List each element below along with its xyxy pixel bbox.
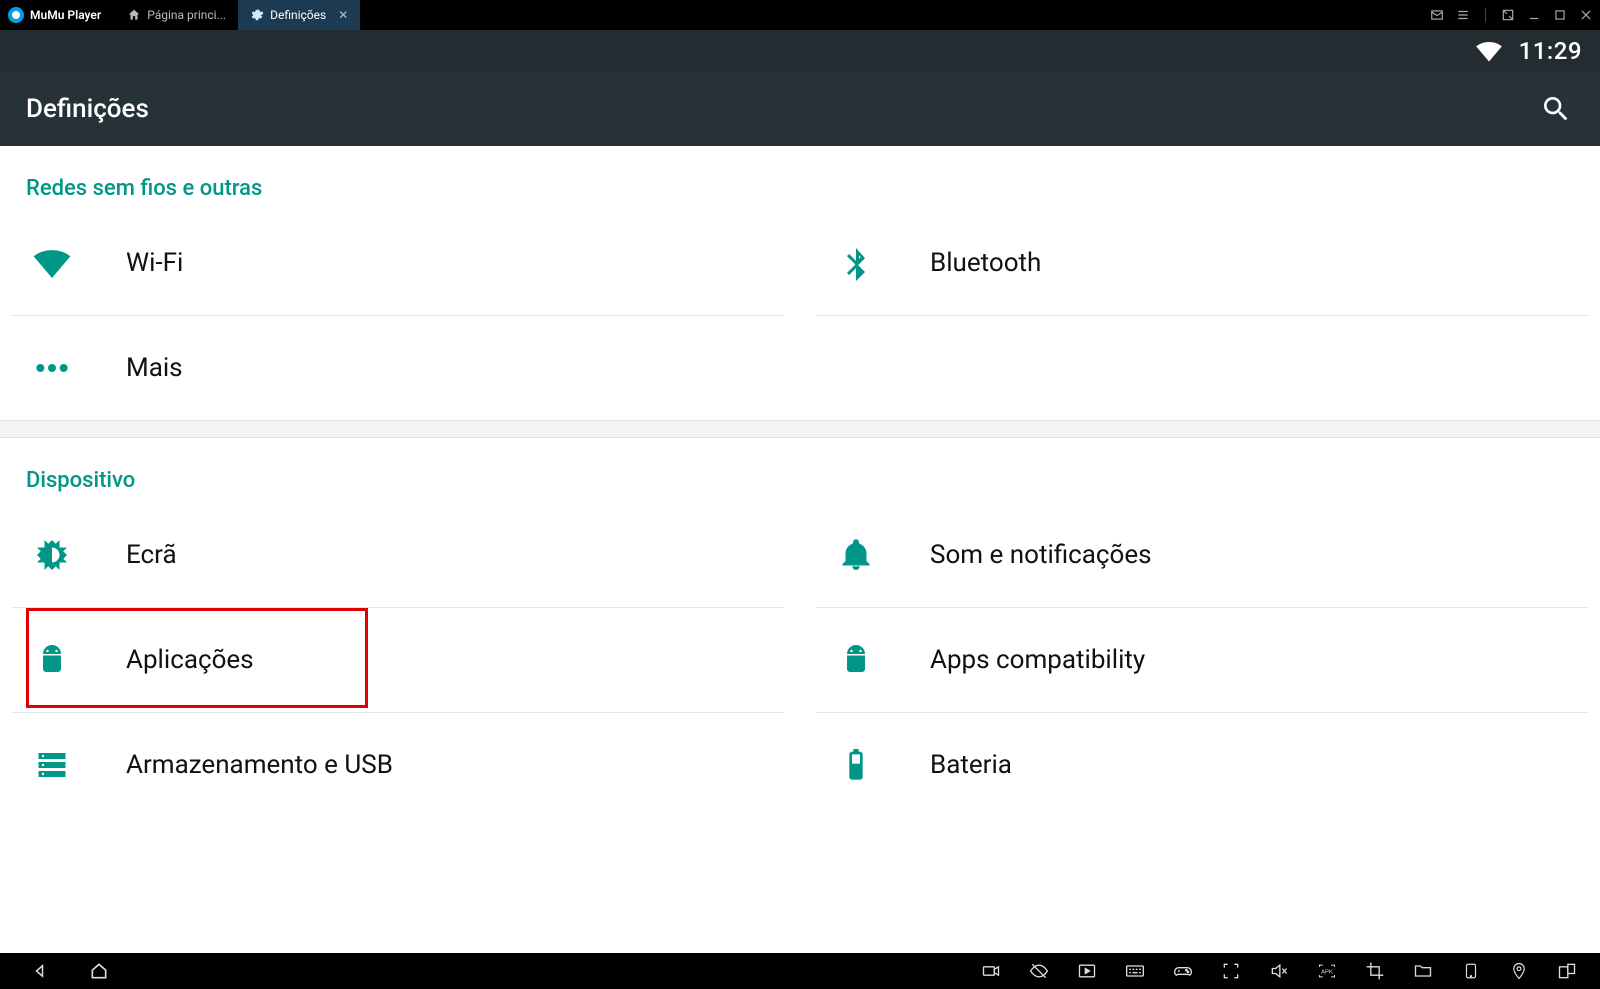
back-button[interactable] (30, 960, 52, 982)
android-status-bar: 11:29 (0, 30, 1600, 72)
search-button[interactable] (1538, 91, 1574, 127)
bluetooth-icon (836, 243, 876, 283)
section-divider (0, 420, 1600, 438)
maximize-icon[interactable] (1552, 7, 1568, 23)
mute-icon[interactable] (1268, 960, 1290, 982)
window-tabs: Página princi... Definições ✕ (115, 0, 360, 30)
app-bar: Definições (0, 72, 1600, 146)
app-logo-icon (8, 7, 24, 23)
settings-item-sound[interactable]: Som e notificações (810, 503, 1594, 607)
settings-item-more[interactable]: Mais (6, 316, 790, 420)
gear-icon (250, 8, 264, 22)
menu-icon[interactable] (1455, 7, 1471, 23)
tab-close-icon[interactable]: ✕ (338, 8, 348, 22)
section-header-wireless: Redes sem fios e outras (0, 146, 1600, 211)
battery-icon (836, 745, 876, 785)
close-icon[interactable] (1578, 7, 1594, 23)
section-header-device: Dispositivo (0, 438, 1600, 503)
settings-item-label: Armazenamento e USB (126, 750, 393, 780)
mail-icon[interactable] (1429, 7, 1445, 23)
settings-item-wifi[interactable]: Wi-Fi (6, 211, 790, 315)
play-window-icon[interactable] (1076, 960, 1098, 982)
settings-item-battery[interactable]: Bateria (810, 713, 1594, 817)
tab-label: Definições (270, 8, 326, 22)
settings-item-label: Apps compatibility (930, 645, 1145, 675)
settings-item-bluetooth[interactable]: Bluetooth (810, 211, 1594, 315)
window-controls (1429, 0, 1594, 30)
settings-item-apps-compat[interactable]: Apps compatibility (810, 608, 1594, 712)
tab-label: Página princi... (147, 8, 226, 22)
settings-item-label: Mais (126, 353, 183, 383)
multi-window-icon[interactable] (1556, 960, 1578, 982)
search-icon (1540, 93, 1572, 125)
folder-icon[interactable] (1412, 960, 1434, 982)
eye-off-icon[interactable] (1028, 960, 1050, 982)
settings-item-label: Bateria (930, 750, 1012, 780)
bell-icon (836, 535, 876, 575)
settings-item-storage[interactable]: Armazenamento e USB (6, 713, 790, 817)
separator (1485, 8, 1486, 22)
settings-item-label: Bluetooth (930, 248, 1041, 278)
storage-icon (32, 745, 72, 785)
page-title: Definições (26, 94, 149, 124)
android-icon (836, 640, 876, 680)
home-icon (127, 8, 141, 22)
keyboard-icon[interactable] (1124, 960, 1146, 982)
tab-settings[interactable]: Definições ✕ (238, 0, 360, 30)
emulator-nav-bar: APK (0, 953, 1600, 989)
settings-item-label: Som e notificações (930, 540, 1152, 570)
settings-item-label: Aplicações (126, 645, 254, 675)
crop-icon[interactable] (1364, 960, 1386, 982)
location-icon[interactable] (1508, 960, 1530, 982)
gamepad-icon[interactable] (1172, 960, 1194, 982)
record-icon[interactable] (980, 960, 1002, 982)
settings-item-label: Ecrã (126, 540, 177, 570)
settings-item-apps[interactable]: Aplicações (6, 608, 790, 712)
window-titlebar: MuMu Player Página princi... Definições … (0, 0, 1600, 30)
android-icon (32, 640, 72, 680)
tablet-icon[interactable] (1460, 960, 1482, 982)
wifi-status-icon (1475, 37, 1503, 65)
app-brand: MuMu Player (30, 8, 101, 22)
apk-icon[interactable]: APK (1316, 960, 1338, 982)
settings-item-display[interactable]: Ecrã (6, 503, 790, 607)
svg-text:APK: APK (1321, 970, 1333, 976)
display-icon (32, 535, 72, 575)
focus-icon[interactable] (1220, 960, 1242, 982)
tab-home[interactable]: Página princi... (115, 0, 238, 30)
status-clock: 11:29 (1519, 37, 1582, 65)
settings-content: Redes sem fios e outras Wi-Fi Bluetooth … (0, 146, 1600, 953)
settings-item-label: Wi-Fi (126, 248, 183, 278)
minimize-icon[interactable] (1526, 7, 1542, 23)
home-button[interactable] (88, 960, 110, 982)
more-dots-icon (32, 348, 72, 388)
wifi-icon (32, 243, 72, 283)
fullscreen-toggle-icon[interactable] (1500, 7, 1516, 23)
